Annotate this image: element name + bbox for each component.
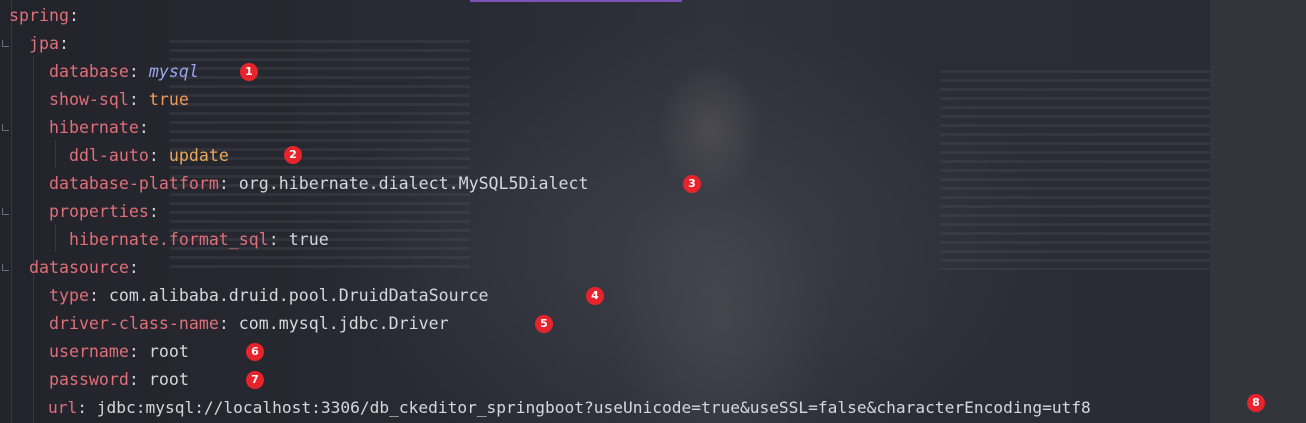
yaml-key: hibernate: [48, 118, 139, 137]
annotation-badge: 1: [240, 63, 258, 81]
yaml-key: ddl-auto: [68, 146, 149, 165]
code-line[interactable]: database-platform: org.hibernate.dialect…: [9, 170, 589, 198]
background-blinds-right: [940, 70, 1210, 270]
yaml-value: true: [288, 230, 329, 249]
yaml-value: org.hibernate.dialect.MySQL5Dialect: [238, 174, 589, 193]
yaml-key: password: [48, 370, 129, 389]
yaml-value: jdbc:mysql://localhost:3306/db_ckeditor_…: [96, 398, 1091, 417]
annotation-badge: 2: [284, 146, 302, 164]
code-line[interactable]: datasource:: [9, 254, 139, 282]
yaml-key: jpa: [28, 34, 59, 53]
background-window-right: [1210, 0, 1306, 423]
yaml-value: mysql: [148, 62, 199, 81]
yaml-key: spring: [9, 6, 69, 25]
yaml-value: root: [148, 342, 189, 361]
code-line[interactable]: show-sql: true: [9, 86, 189, 114]
yaml-key: url: [47, 398, 78, 417]
fold-marker-icon[interactable]: [2, 264, 9, 271]
fold-marker-icon[interactable]: [2, 208, 9, 215]
code-line[interactable]: spring:: [9, 2, 79, 30]
yaml-value: root: [148, 370, 189, 389]
yaml-key: username: [48, 342, 129, 361]
yaml-key: show-sql: [48, 90, 129, 109]
yaml-key: properties: [48, 202, 149, 221]
annotation-badge: 5: [535, 315, 553, 333]
yaml-key: type: [48, 286, 89, 305]
code-line[interactable]: hibernate.format_sql: true: [9, 226, 329, 254]
yaml-value: com.alibaba.druid.pool.DruidDataSource: [108, 286, 489, 305]
code-line[interactable]: password: root: [9, 366, 189, 394]
editor-top-accent-bar: [470, 0, 682, 2]
code-editor[interactable]: spring: jpa: database: mysql show-sql: t…: [0, 0, 1306, 423]
annotation-badge: 6: [246, 343, 264, 361]
code-line[interactable]: jpa:: [9, 30, 69, 58]
code-line[interactable]: driver-class-name: com.mysql.jdbc.Driver: [9, 310, 449, 338]
background-figure: [560, 20, 890, 423]
yaml-key: database: [48, 62, 129, 81]
annotation-badge: 4: [586, 287, 604, 305]
code-line[interactable]: hibernate:: [9, 114, 149, 142]
code-line[interactable]: type: com.alibaba.druid.pool.DruidDataSo…: [9, 282, 489, 310]
code-line[interactable]: properties:: [9, 198, 159, 226]
yaml-key: database-platform: [48, 174, 219, 193]
yaml-value: update: [168, 146, 229, 165]
yaml-key: datasource: [28, 258, 129, 277]
yaml-value: com.mysql.jdbc.Driver: [238, 314, 449, 333]
code-line[interactable]: database: mysql: [9, 58, 199, 86]
annotation-badge: 7: [246, 371, 264, 389]
annotation-badge: 8: [1247, 394, 1265, 412]
annotation-badge: 3: [683, 175, 701, 193]
fold-marker-icon[interactable]: [2, 40, 9, 47]
code-line[interactable]: username: root: [9, 338, 189, 366]
code-line[interactable]: url: jdbc:mysql://localhost:3306/db_cked…: [9, 394, 1091, 422]
code-line[interactable]: ddl-auto: update: [9, 142, 229, 170]
yaml-key: driver-class-name: [48, 314, 219, 333]
yaml-key: hibernate.format_sql: [68, 230, 269, 249]
fold-marker-icon[interactable]: [2, 124, 9, 131]
yaml-value: true: [148, 90, 189, 109]
